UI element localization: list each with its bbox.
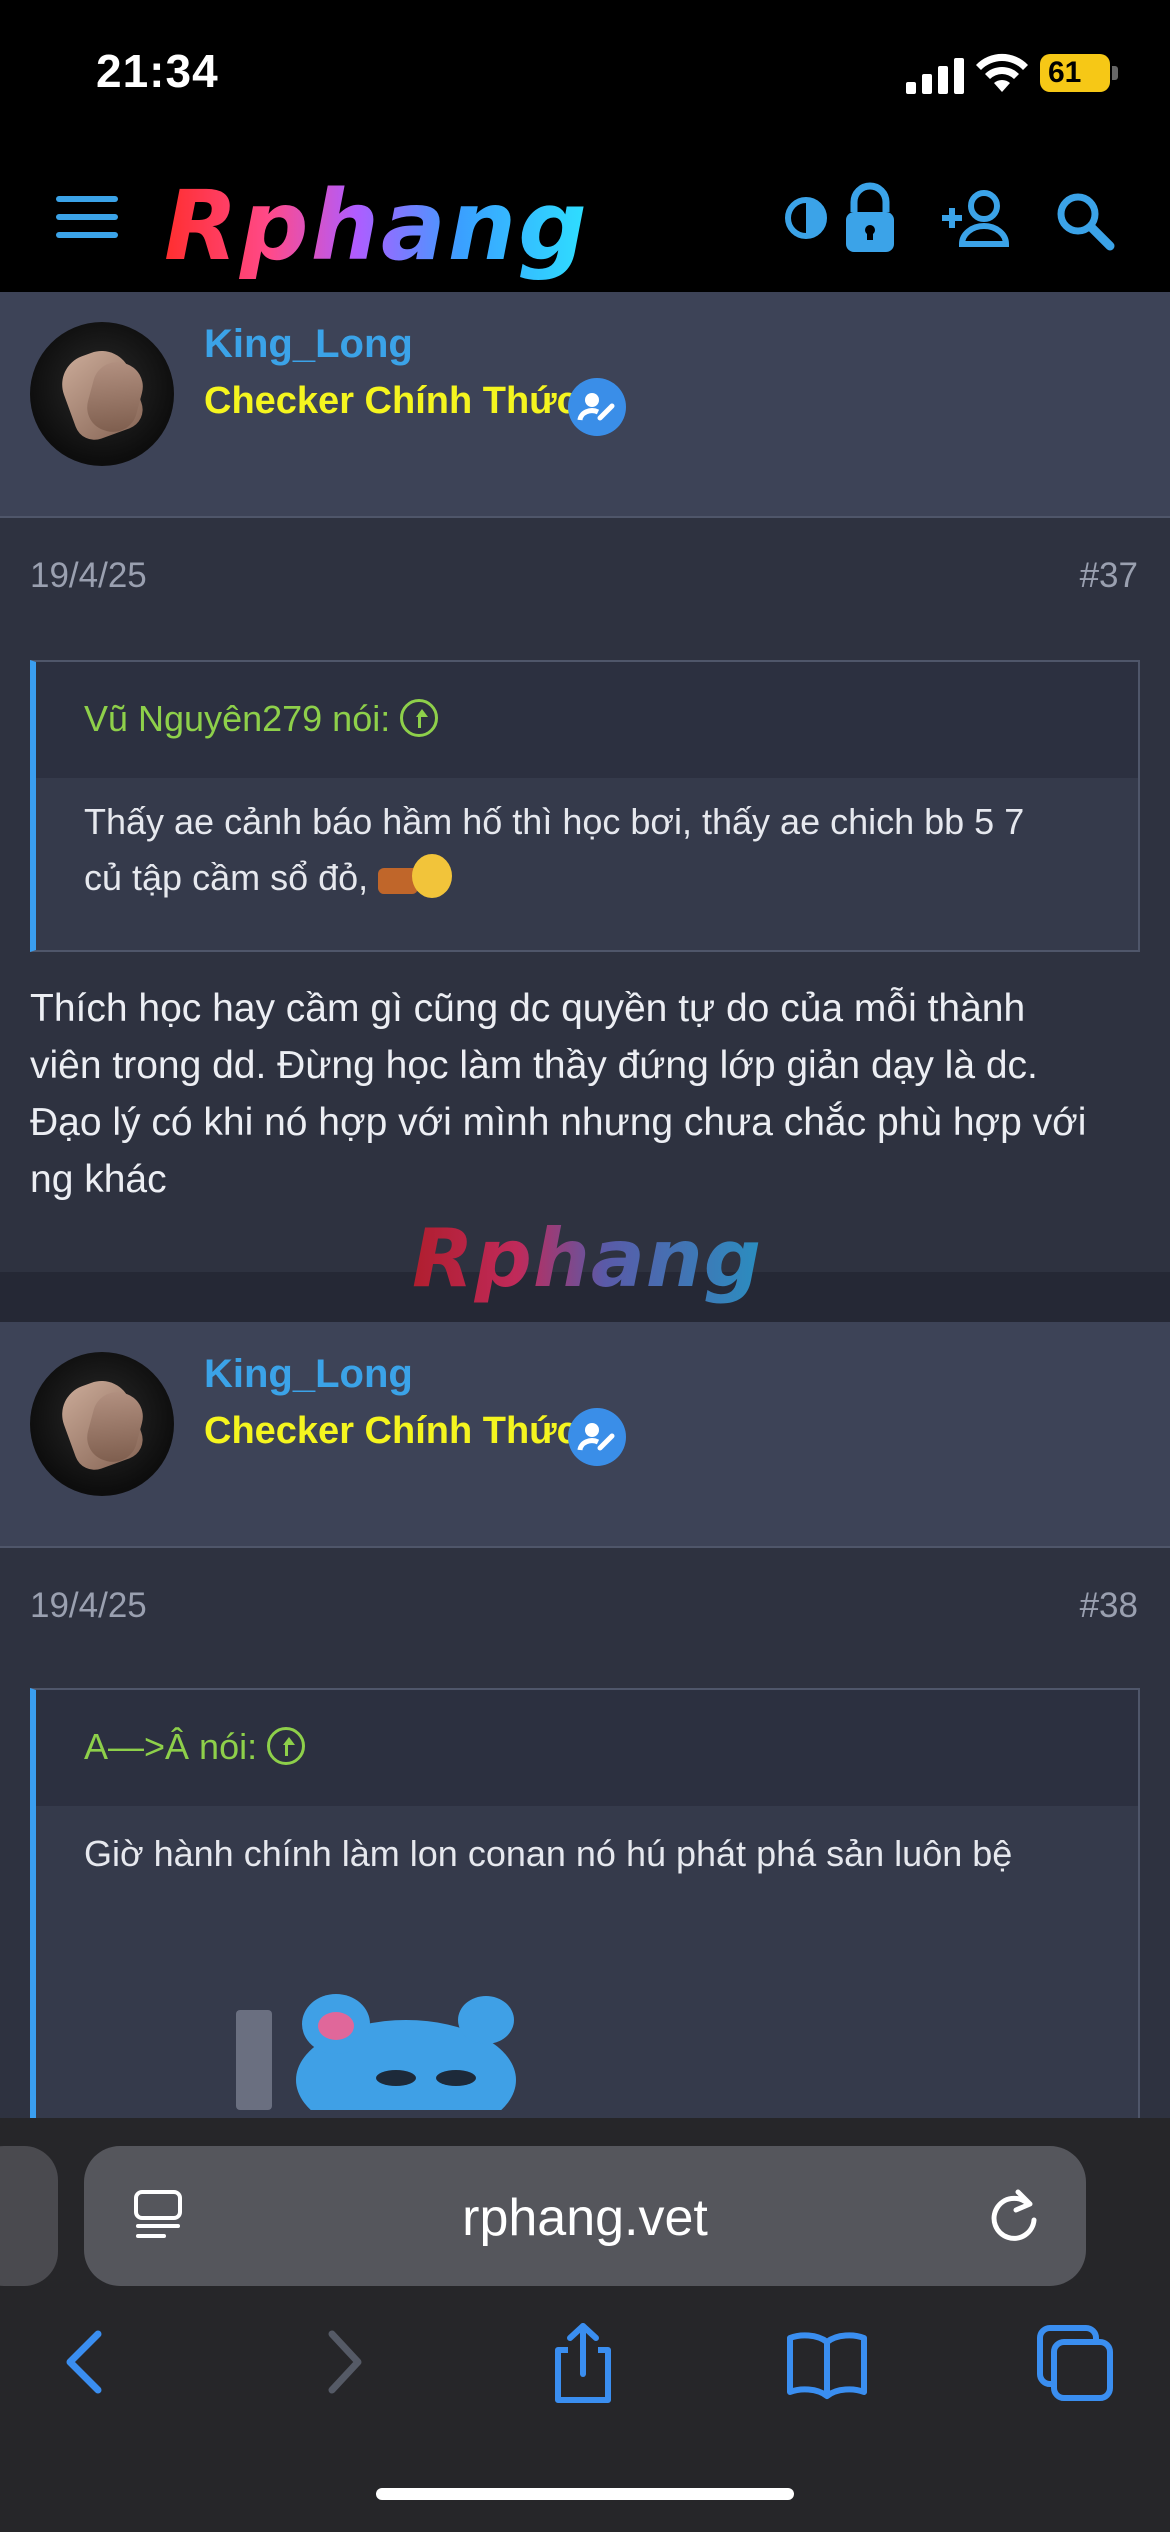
verified-checker-icon bbox=[568, 1408, 626, 1466]
quote-header: A—>Â nói: bbox=[36, 1690, 1138, 1806]
share-icon[interactable] bbox=[538, 2318, 628, 2408]
quote-block: A—>Â nói: Giờ hành chính làm lon conan n… bbox=[30, 1688, 1140, 2118]
quote-author[interactable]: Vũ Nguyên279 nói: bbox=[84, 698, 439, 740]
browser-toolbar: rphang.vet bbox=[0, 2118, 1170, 2532]
post-body: 19/4/25 #37 Vũ Nguyên279 nói: Thấy ae cả… bbox=[0, 520, 1170, 1272]
username[interactable]: King_Long bbox=[204, 322, 413, 367]
app-header: Rphang bbox=[0, 148, 1170, 292]
quote-header: Vũ Nguyên279 nói: bbox=[36, 662, 1138, 778]
post-date[interactable]: 19/4/25 bbox=[30, 556, 147, 596]
battery-icon: 61 bbox=[1040, 54, 1110, 92]
cellular-signal-icon bbox=[906, 58, 964, 94]
menu-icon[interactable] bbox=[56, 196, 118, 240]
bookmarks-icon[interactable] bbox=[782, 2318, 872, 2408]
sticker-image bbox=[236, 1994, 516, 2110]
quote-text-line: củ tập cầm sổ đỏ, bbox=[84, 850, 458, 906]
previous-tab-preview[interactable] bbox=[0, 2146, 58, 2286]
status-bar: 21:34 61 bbox=[0, 0, 1170, 148]
post-text-line: ng khác bbox=[30, 1158, 167, 1201]
post-text-line: Đạo lý có khi nó hợp với mình nhưng chưa… bbox=[30, 1101, 1087, 1144]
add-user-icon[interactable] bbox=[938, 178, 1018, 258]
quote-text-line: Giờ hành chính làm lon conan nó hú phát … bbox=[84, 1833, 1013, 1874]
site-logo[interactable]: Rphang bbox=[164, 170, 589, 282]
user-role: Checker Chính Thức bbox=[204, 1410, 578, 1452]
post-text-line: viên trong dd. Đừng học làm thầy đứng lớ… bbox=[30, 1044, 1038, 1087]
post-number[interactable]: #37 bbox=[1080, 556, 1138, 596]
battery-level: 61 bbox=[1048, 56, 1082, 89]
search-icon[interactable] bbox=[1048, 178, 1120, 258]
lock-icon[interactable] bbox=[834, 178, 906, 258]
tabs-icon[interactable] bbox=[1030, 2318, 1120, 2408]
quote-author[interactable]: A—>Â nói: bbox=[84, 1726, 306, 1768]
home-indicator bbox=[376, 2488, 794, 2500]
forward-icon[interactable] bbox=[296, 2318, 386, 2408]
wifi-icon bbox=[976, 53, 1028, 92]
battery-cap bbox=[1112, 66, 1118, 80]
quote-block: Vũ Nguyên279 nói: Thấy ae cảnh báo hầm h… bbox=[30, 660, 1140, 952]
jump-to-quote-icon[interactable] bbox=[267, 1727, 306, 1765]
address-bar[interactable]: rphang.vet bbox=[84, 2146, 1086, 2286]
emoji-sticker-icon bbox=[378, 854, 458, 900]
verified-checker-icon bbox=[568, 378, 626, 436]
post-body: 19/4/25 #38 A—>Â nói: Giờ hành chính làm… bbox=[0, 1550, 1170, 2118]
back-icon[interactable] bbox=[40, 2318, 130, 2408]
reload-icon[interactable] bbox=[984, 2186, 1044, 2246]
url-text[interactable]: rphang.vet bbox=[84, 2188, 1086, 2248]
post-author-card: King_Long Checker Chính Thức bbox=[0, 1322, 1170, 1548]
post-text-line: Thích học hay cầm gì cũng dc quyền tự do… bbox=[30, 987, 1026, 1030]
post-date[interactable]: 19/4/25 bbox=[30, 1586, 147, 1626]
user-role: Checker Chính Thức bbox=[204, 380, 578, 422]
theme-toggle-icon[interactable] bbox=[770, 178, 842, 258]
username[interactable]: King_Long bbox=[204, 1352, 413, 1397]
jump-to-quote-icon[interactable] bbox=[400, 699, 439, 737]
quote-text-line: Thấy ae cảnh báo hầm hố thì học bơi, thấ… bbox=[84, 801, 1025, 842]
post-author-card: King_Long Checker Chính Thức bbox=[0, 292, 1170, 518]
status-time: 21:34 bbox=[96, 45, 219, 97]
post-number[interactable]: #38 bbox=[1080, 1586, 1138, 1626]
avatar[interactable] bbox=[30, 1352, 174, 1496]
watermark-logo: Rphang bbox=[412, 1212, 763, 1305]
avatar[interactable] bbox=[30, 322, 174, 466]
